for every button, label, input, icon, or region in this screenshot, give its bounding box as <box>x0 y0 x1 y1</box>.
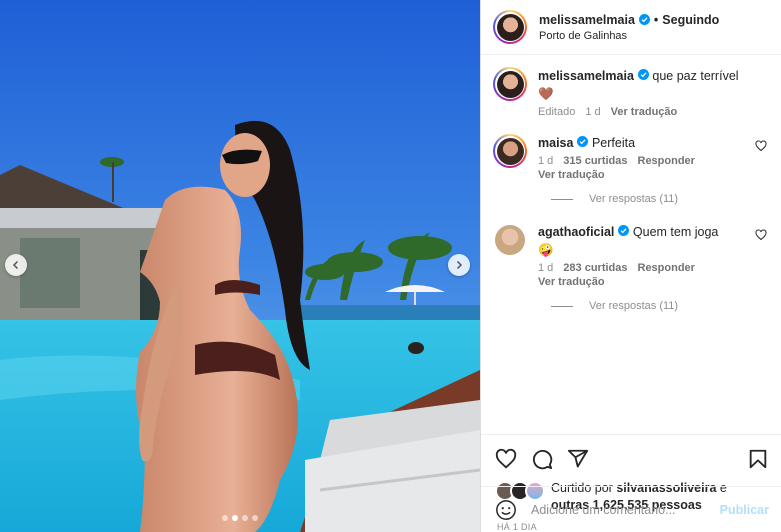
comment-avatar[interactable] <box>493 223 527 257</box>
comment-item: agathaoficial Quem tem joga 🤪 1 d 283 cu… <box>493 223 767 288</box>
post-actions <box>481 434 781 472</box>
verified-badge-icon <box>618 225 630 236</box>
comment-composer: Publicar <box>481 486 781 532</box>
verified-badge-icon <box>577 136 589 147</box>
share-icon[interactable] <box>567 448 589 470</box>
post-photo <box>0 0 480 532</box>
comment-text: Perfeita <box>591 136 636 150</box>
caption: melissamelmaia que paz terrível 🤎 Editad… <box>493 67 767 118</box>
caption-avatar[interactable] <box>493 67 527 101</box>
author-avatar[interactable] <box>493 10 527 44</box>
comment-translate-link[interactable]: Ver tradução <box>538 276 767 288</box>
caption-text: que paz terrível <box>652 69 739 83</box>
comment-input[interactable] <box>529 501 720 518</box>
verified-badge-icon <box>638 14 650 25</box>
location-link[interactable]: Porto de Galinhas <box>539 30 719 42</box>
like-comment-heart-icon[interactable] <box>755 229 767 241</box>
view-replies-button[interactable]: Ver respostas (11) <box>551 300 767 312</box>
caption-time[interactable]: 1 d <box>585 106 600 118</box>
verified-badge-icon <box>637 69 649 80</box>
caption-username[interactable]: melissamelmaia <box>538 69 634 83</box>
comment-time[interactable]: 1 d <box>538 262 553 274</box>
caption-translate-link[interactable]: Ver tradução <box>611 106 678 118</box>
comment-username[interactable]: maisa <box>538 136 573 150</box>
reply-button[interactable]: Responder <box>638 262 695 274</box>
publish-button[interactable]: Publicar <box>720 503 769 517</box>
carousel-dot <box>252 515 258 521</box>
edited-label: Editado <box>538 106 576 118</box>
carousel-dot <box>232 515 238 521</box>
save-bookmark-icon[interactable] <box>747 448 769 470</box>
comment-likes[interactable]: 283 curtidas <box>563 262 627 274</box>
carousel-dot <box>242 515 248 521</box>
comments-list[interactable]: melissamelmaia que paz terrível 🤎 Editad… <box>481 55 781 434</box>
view-replies-button[interactable]: Ver respostas (11) <box>551 193 767 205</box>
chevron-right-icon <box>456 260 463 270</box>
comment-text: Quem tem joga <box>632 225 719 239</box>
like-heart-icon[interactable] <box>495 448 517 470</box>
emoji-icon[interactable] <box>495 499 517 521</box>
comment-likes[interactable]: 315 curtidas <box>563 155 627 167</box>
post-header: melissamelmaia • Seguindo Porto de Galin… <box>481 0 781 55</box>
like-comment-heart-icon[interactable] <box>755 140 767 152</box>
reply-button[interactable]: Responder <box>638 155 695 167</box>
comment-translate-link[interactable]: Ver tradução <box>538 169 767 181</box>
post-media[interactable] <box>0 0 480 532</box>
carousel-dot <box>222 515 228 521</box>
zany-face-emoji: 🤪 <box>538 243 554 257</box>
next-photo-button[interactable] <box>448 254 470 276</box>
post-sidebar: melissamelmaia • Seguindo Porto de Galin… <box>480 0 781 532</box>
comment-avatar[interactable] <box>493 134 527 168</box>
author-username[interactable]: melissamelmaia <box>539 13 635 27</box>
following-button[interactable]: Seguindo <box>662 13 719 27</box>
brown-heart-emoji: 🤎 <box>538 87 554 101</box>
comment-item: maisa Perfeita 1 d 315 curtidas Responde… <box>493 134 767 181</box>
previous-photo-button[interactable] <box>5 254 27 276</box>
comment-username[interactable]: agathaoficial <box>538 225 614 239</box>
carousel-indicator <box>222 515 258 521</box>
comment-time[interactable]: 1 d <box>538 155 553 167</box>
comment-icon[interactable] <box>531 448 553 470</box>
chevron-left-icon <box>12 260 19 270</box>
